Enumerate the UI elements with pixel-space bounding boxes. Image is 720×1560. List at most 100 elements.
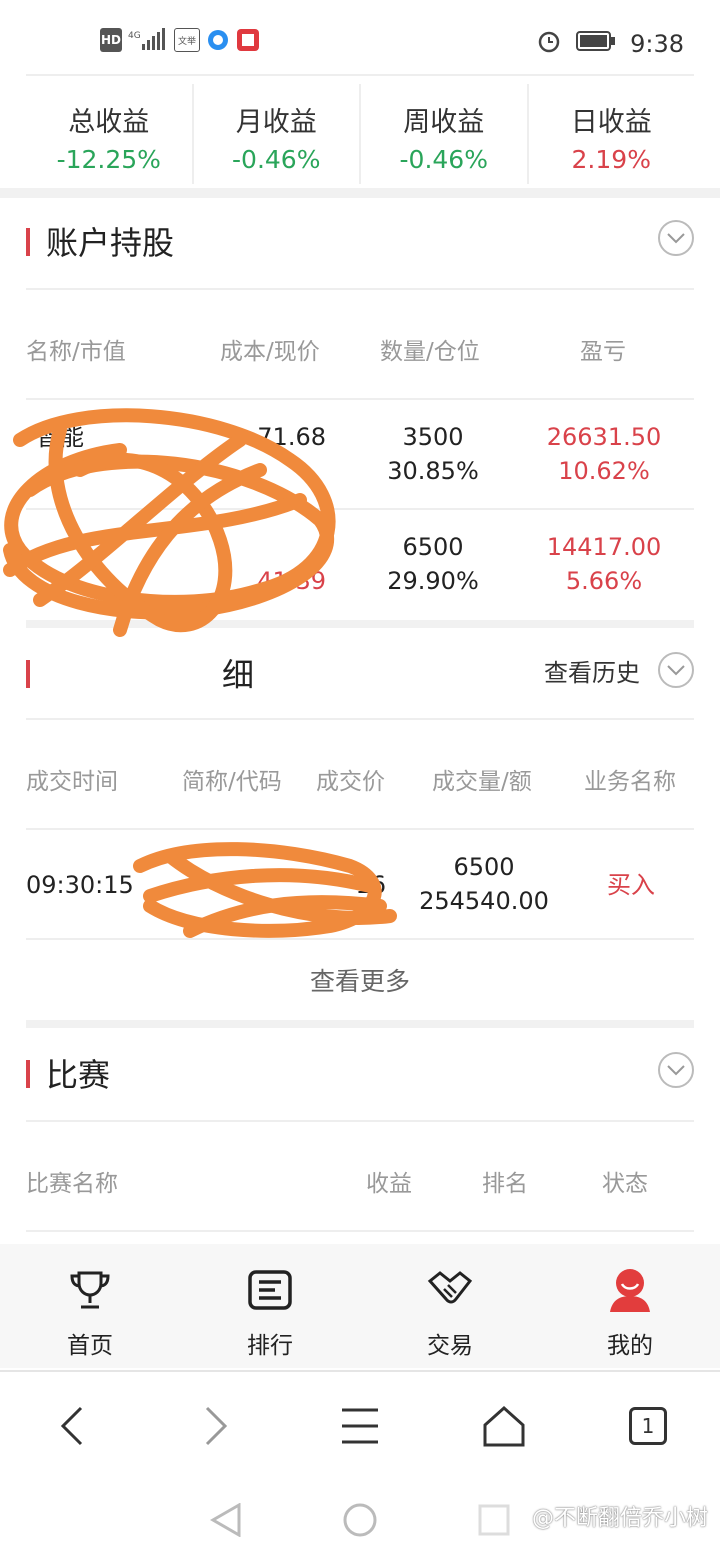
chevron-down-icon[interactable] <box>658 220 694 256</box>
book-notification-icon <box>236 28 260 52</box>
col-cost: 成本/现价 <box>220 339 320 365</box>
clock-time: 9:38 <box>630 30 684 58</box>
stat-value: 2.19% <box>571 145 651 174</box>
tab-ranking[interactable]: 排行 <box>180 1244 360 1368</box>
stat-day[interactable]: 日收益 2.19% <box>526 84 695 184</box>
position: 30.85% <box>387 457 479 485</box>
tab-home[interactable]: 首页 <box>0 1244 180 1368</box>
stat-month[interactable]: 月收益 -0.46% <box>191 84 360 184</box>
section-title: 账户持股 <box>46 224 175 262</box>
section-marker <box>26 228 30 256</box>
section-marker <box>26 660 30 688</box>
tabs-button[interactable]: 1 <box>576 1372 720 1480</box>
holdings-table-header: 名称/市值 成本/现价 数量/仓位 盈亏 <box>26 332 694 392</box>
col-pl: 盈亏 <box>580 339 626 365</box>
divider <box>26 398 694 400</box>
col-action: 业务名称 <box>584 769 676 795</box>
browser-notification-icon <box>206 28 230 52</box>
svg-text:4G: 4G <box>128 31 141 41</box>
tab-label: 交易 <box>427 1333 473 1359</box>
tab-trade[interactable]: 交易 <box>360 1244 540 1368</box>
stat-week[interactable]: 周收益 -0.46% <box>359 84 527 184</box>
profit: 26631.50 <box>546 423 662 451</box>
divider <box>26 938 694 940</box>
forward-button[interactable] <box>144 1372 288 1480</box>
contest-header: 比赛 <box>26 1030 694 1120</box>
divider <box>26 1120 694 1122</box>
nav-home-icon[interactable] <box>343 1503 377 1537</box>
cost-price: 71.68 <box>257 423 326 451</box>
blur-redaction <box>60 646 220 696</box>
trade-price: 16 <box>355 871 386 899</box>
nav-recents-icon[interactable] <box>477 1503 511 1537</box>
user-icon <box>540 1266 720 1314</box>
col-volume: 成交量/额 <box>432 769 532 795</box>
home-button[interactable] <box>432 1372 576 1480</box>
section-separator <box>0 188 720 198</box>
contest-table-header: 比赛名称 收益 排名 状态 <box>26 1164 694 1224</box>
signal-icon: 4G <box>128 28 168 52</box>
menu-icon <box>342 1408 378 1444</box>
stat-label: 月收益 <box>235 107 317 138</box>
stat-total[interactable]: 总收益 -12.25% <box>26 84 192 184</box>
col-return: 收益 <box>366 1171 412 1197</box>
stat-label: 周收益 <box>403 107 485 138</box>
chevron-right-icon <box>205 1406 228 1446</box>
col-code: 简称/代码 <box>182 769 282 795</box>
position: 29.90% <box>387 567 479 595</box>
quantity: 3500 <box>402 423 464 451</box>
col-price: 成交价 <box>316 769 385 795</box>
trade-amount: 254540.00 <box>419 887 549 915</box>
profit: 14417.00 <box>546 533 662 561</box>
divider <box>26 1230 694 1232</box>
status-right: 9:38 <box>536 28 684 60</box>
profit-pct: 10.62% <box>558 457 650 485</box>
col-name: 名称/市值 <box>26 339 126 365</box>
col-contest-name: 比赛名称 <box>26 1171 118 1197</box>
table-row[interactable]: 09:30:15 16 6500 254540.00 买入 <box>26 850 694 958</box>
tab-count-icon: 1 <box>629 1407 667 1445</box>
divider <box>26 718 694 720</box>
quantity: 6500 <box>402 533 464 561</box>
view-history-link[interactable]: 查看历史 <box>544 653 640 688</box>
chevron-down-icon[interactable] <box>658 1052 694 1088</box>
stock-name: 智能 <box>36 423 84 451</box>
tab-label: 我的 <box>607 1333 653 1359</box>
home-icon <box>483 1405 525 1447</box>
trade-time: 09:30:15 <box>26 871 134 899</box>
chevron-left-icon <box>60 1406 83 1446</box>
status-left-icons: HD 4G 文举 <box>100 28 260 52</box>
section-separator <box>26 1020 694 1028</box>
app-notification-icon: 文举 <box>174 28 200 52</box>
handshake-icon <box>360 1266 540 1314</box>
section-separator <box>26 620 694 628</box>
current-price: 41.39 <box>257 567 326 595</box>
bottom-tab-bar: 首页 排行 交易 我的 <box>0 1244 720 1368</box>
status-bar: HD 4G 文举 9:38 <box>0 0 720 80</box>
view-more-button[interactable]: 查看更多 <box>26 962 694 998</box>
trade-qty: 6500 <box>453 853 515 881</box>
chevron-down-icon[interactable] <box>658 652 694 688</box>
menu-button[interactable] <box>288 1372 432 1480</box>
trades-table-header: 成交时间 简称/代码 成交价 成交量/额 业务名称 <box>26 762 694 822</box>
alarm-icon <box>536 28 562 60</box>
tab-mine[interactable]: 我的 <box>540 1244 720 1368</box>
list-icon <box>180 1266 360 1314</box>
trophy-icon <box>0 1266 180 1314</box>
profit-pct: 5.66% <box>565 567 643 595</box>
tab-label: 排行 <box>247 1333 293 1359</box>
col-time: 成交时间 <box>26 769 118 795</box>
divider <box>26 288 694 290</box>
section-title: 比赛 <box>46 1056 111 1094</box>
divider <box>26 74 694 76</box>
back-button[interactable] <box>0 1372 144 1480</box>
section-marker <box>26 1060 30 1088</box>
holdings-header: 账户持股 <box>26 198 694 288</box>
tab-label: 首页 <box>67 1333 113 1359</box>
nav-back-icon[interactable] <box>209 1503 243 1537</box>
browser-toolbar: 1 <box>0 1370 720 1480</box>
col-status: 状态 <box>602 1171 648 1197</box>
table-row[interactable]: 智能 71.68 3500 30.85% 26631.50 10.62% <box>26 420 694 528</box>
stat-value: -0.46% <box>232 145 321 174</box>
stat-label: 总收益 <box>68 107 150 138</box>
